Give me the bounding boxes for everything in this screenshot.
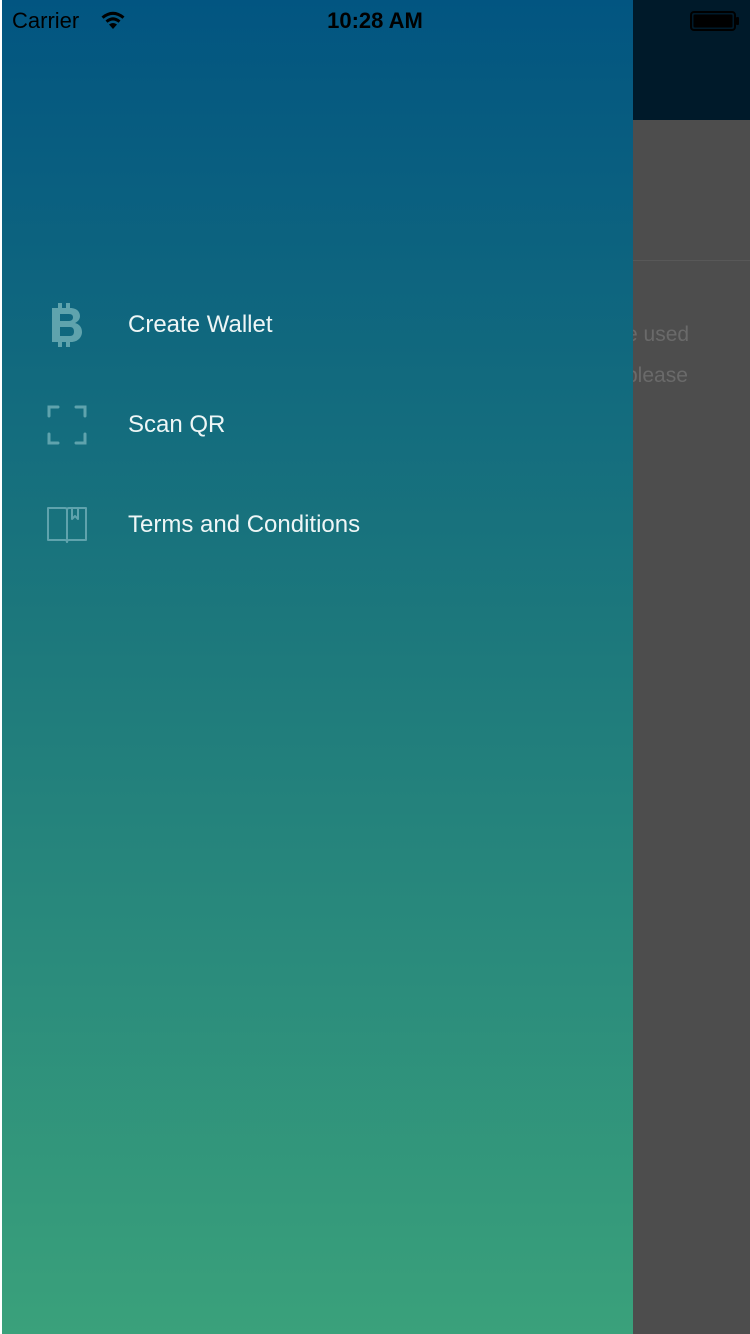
status-bar: Carrier 10:28 AM <box>0 0 750 40</box>
status-time: 10:28 AM <box>327 8 423 33</box>
drawer-menu: Create Wallet Scan QR Terms and Conditio… <box>2 275 633 575</box>
menu-item-create-wallet[interactable]: Create Wallet <box>2 275 633 375</box>
scan-qr-icon <box>46 404 88 446</box>
menu-item-label: Terms and Conditions <box>128 511 361 538</box>
bitcoin-icon <box>46 303 88 347</box>
menu-item-scan-qr[interactable]: Scan QR <box>2 375 633 475</box>
menu-item-label: Scan QR <box>128 411 226 438</box>
menu-item-terms-and-conditions[interactable]: Terms and Conditions <box>2 475 633 575</box>
book-icon <box>46 504 88 546</box>
menu-item-label: Create Wallet <box>128 311 273 338</box>
background-text-line: please <box>626 364 688 387</box>
app-screen: e used please Create Wallet Scan QR Term… <box>0 0 750 1334</box>
background-text-line: e used <box>626 323 690 346</box>
side-drawer: Create Wallet Scan QR Terms and Conditio… <box>0 0 633 1334</box>
battery-icon <box>690 11 740 31</box>
